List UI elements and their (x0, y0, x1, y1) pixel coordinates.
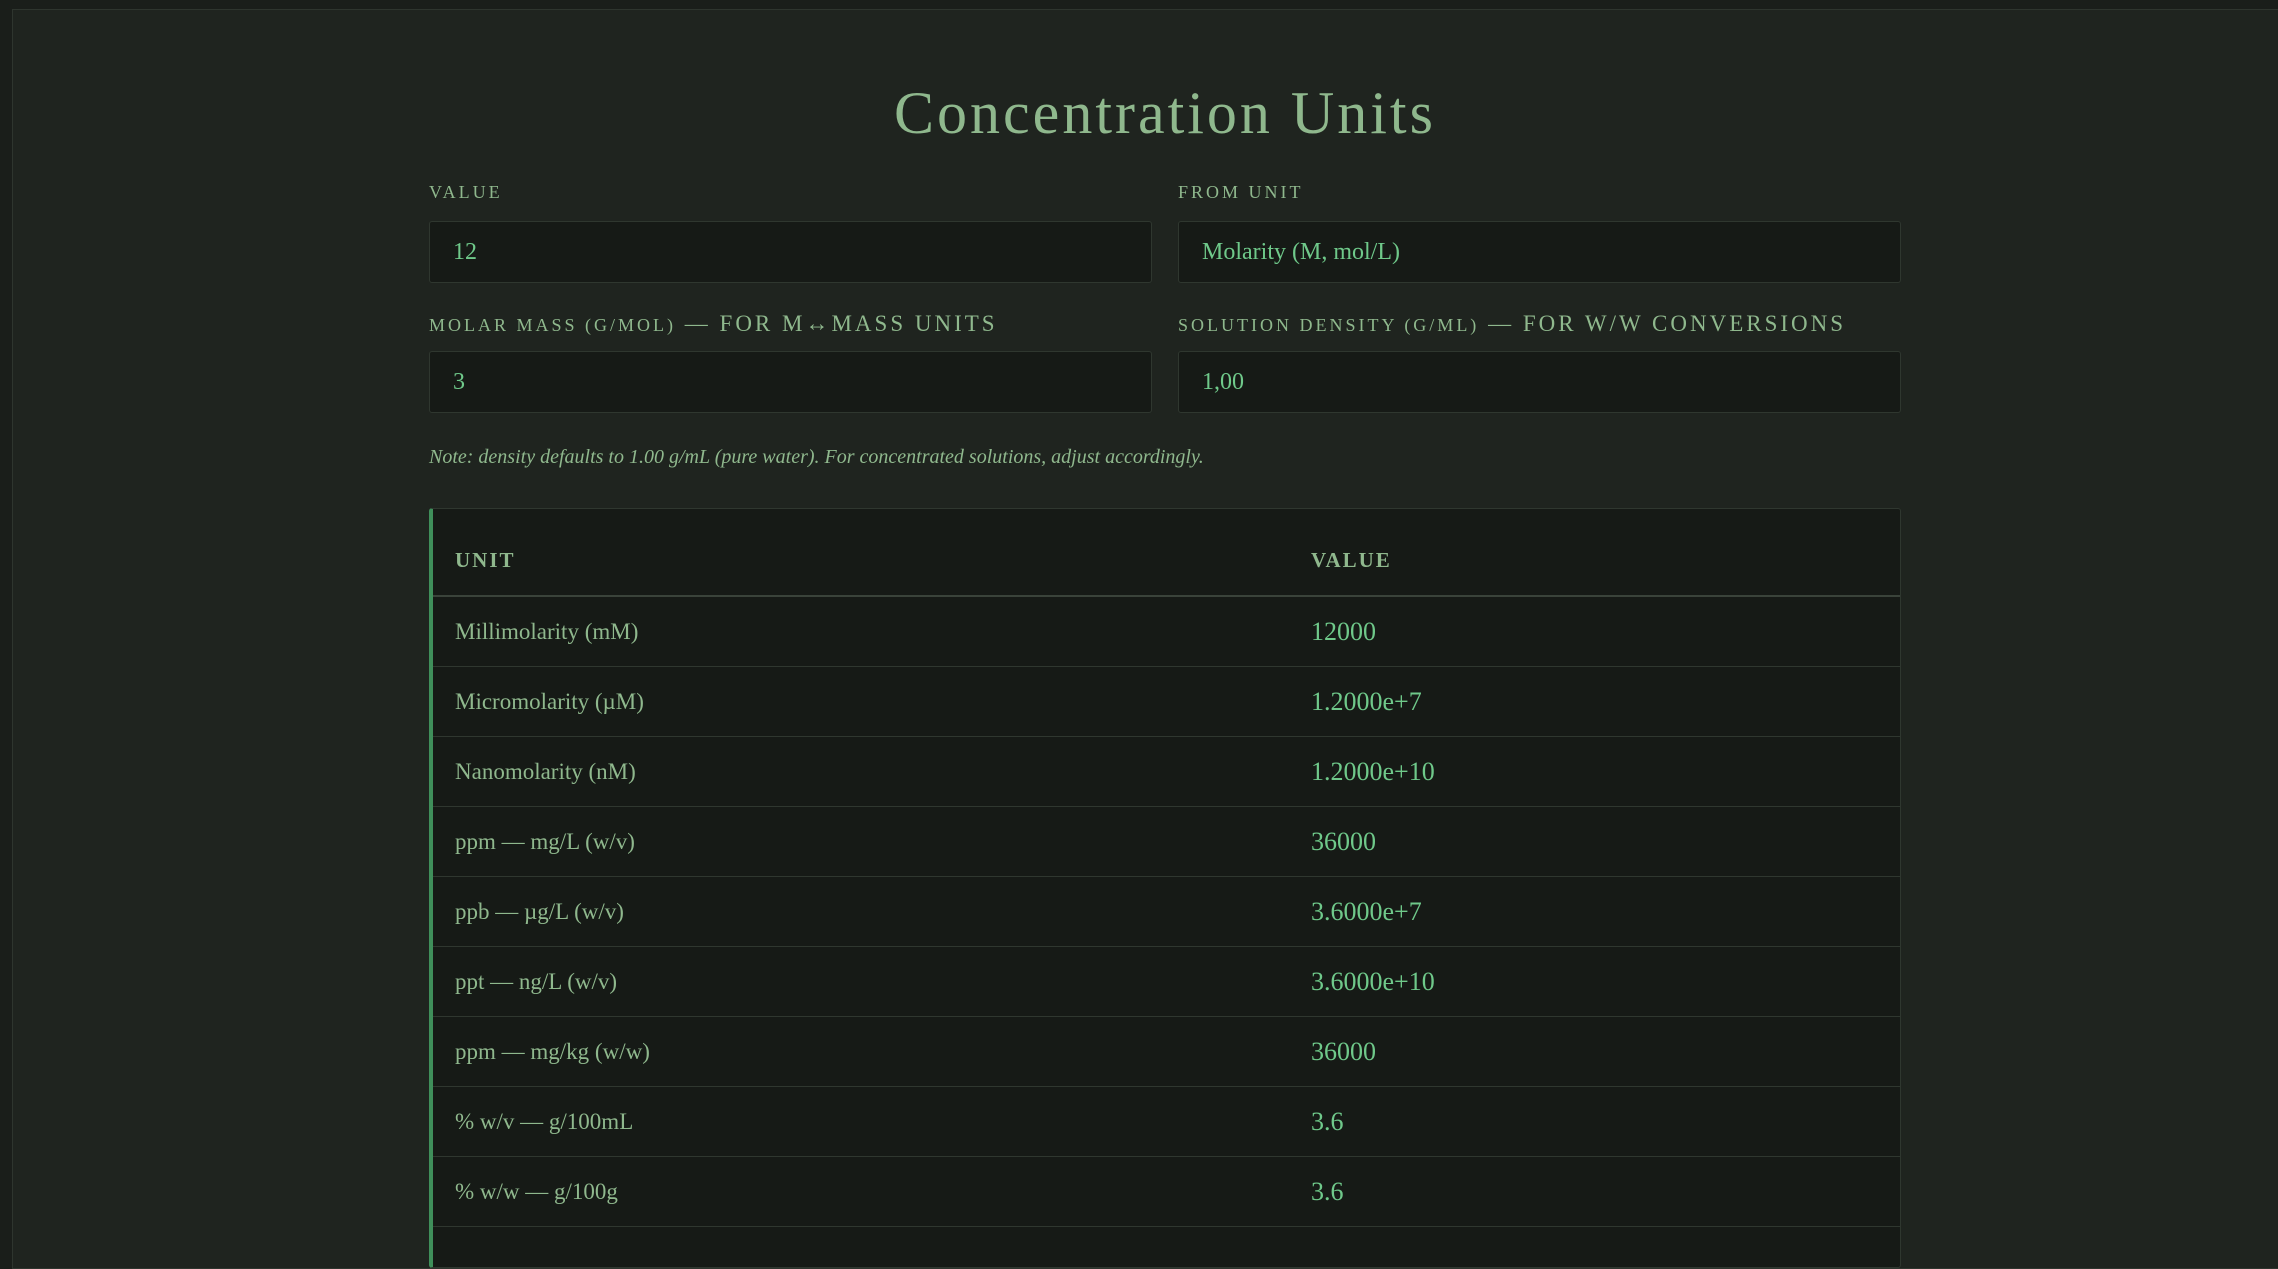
table-row: Nanomolarity (nM) 1.2000e+10 (433, 737, 1900, 807)
unit-cell: % w/v — g/100mL (455, 1109, 634, 1134)
molar-mass-label-text: MOLAR MASS (G/MOL) (429, 315, 677, 335)
results-table: UNIT VALUE Millimolarity (mM) 12000 Micr… (429, 508, 1901, 1268)
value-label: VALUE (429, 182, 503, 202)
unit-cell: Micromolarity (µM) (455, 689, 644, 714)
unit-cell: % w/w — g/100g (455, 1179, 618, 1204)
table-row: % w/v — g/100mL 3.6 (433, 1087, 1900, 1157)
density-label-text: SOLUTION DENSITY (G/ML) (1178, 315, 1480, 335)
table-row: ppb — µg/L (w/v) 3.6000e+7 (433, 877, 1900, 947)
unit-cell: Millimolarity (mM) (455, 619, 639, 644)
table-row: ppm — mg/kg (w/w) 36000 (433, 1017, 1900, 1087)
table-row: Millimolarity (mM) 12000 (433, 597, 1900, 667)
value-column-header: VALUE (1311, 548, 1392, 572)
unit-cell: ppt — ng/L (w/v) (455, 969, 618, 994)
value-cell: 12000 (1311, 617, 1376, 646)
value-cell: 3.6000e+7 (1311, 897, 1422, 926)
table-row: ppm — mg/L (w/v) 36000 (433, 807, 1900, 877)
value-cell: 36000 (1311, 1037, 1376, 1066)
unit-cell: Nanomolarity (nM) (455, 759, 636, 784)
density-note: Note: density defaults to 1.00 g/mL (pur… (429, 446, 1204, 468)
molar-mass-input[interactable]: 3 (429, 351, 1152, 413)
density-input[interactable]: 1,00 (1178, 351, 1901, 413)
table-row: % w/w — g/100g 3.6 (433, 1157, 1900, 1227)
value-cell: 3.6 (1311, 1177, 1344, 1206)
unit-cell: ppb — µg/L (w/v) (455, 899, 624, 924)
from-unit-label: FROM UNIT (1178, 182, 1304, 202)
density-label-suffix: — FOR W/W CONVERSIONS (1479, 311, 1847, 336)
value-input[interactable]: 12 (429, 221, 1152, 283)
molar-mass-field: MOLAR MASS (G/MOL) — FOR M↔MASS UNITS 3 (429, 312, 1152, 413)
table-row: Micromolarity (µM) 1.2000e+7 (433, 667, 1900, 737)
unit-cell: ppm — mg/L (w/v) (455, 829, 635, 854)
from-unit-select[interactable]: Molarity (M, mol/L) (1178, 221, 1901, 283)
app-window: Concentration Units VALUE 12 FROM UNIT M… (12, 9, 2278, 1269)
from-unit-field: FROM UNIT Molarity (M, mol/L) (1178, 180, 1901, 283)
page-title: Concentration Units (894, 80, 1436, 146)
unit-column-header: UNIT (455, 548, 516, 572)
unit-cell: ppm — mg/kg (w/w) (455, 1039, 650, 1064)
value-cell: 3.6000e+10 (1311, 967, 1435, 996)
value-cell: 36000 (1311, 827, 1376, 856)
table-header: UNIT VALUE (433, 509, 1900, 597)
molar-mass-label: MOLAR MASS (G/MOL) — FOR M↔MASS UNITS (429, 312, 1152, 337)
value-cell: 3.6 (1311, 1107, 1344, 1136)
value-cell: 1.2000e+7 (1311, 687, 1422, 716)
density-label: SOLUTION DENSITY (G/ML) — FOR W/W CONVER… (1178, 312, 1901, 337)
molar-mass-label-suffix: — FOR M↔MASS UNITS (676, 311, 998, 336)
table-row: ppt — ng/L (w/v) 3.6000e+10 (433, 947, 1900, 1017)
density-field: SOLUTION DENSITY (G/ML) — FOR W/W CONVER… (1178, 312, 1901, 413)
value-field: VALUE 12 (429, 180, 1152, 283)
value-cell: 1.2000e+10 (1311, 757, 1435, 786)
